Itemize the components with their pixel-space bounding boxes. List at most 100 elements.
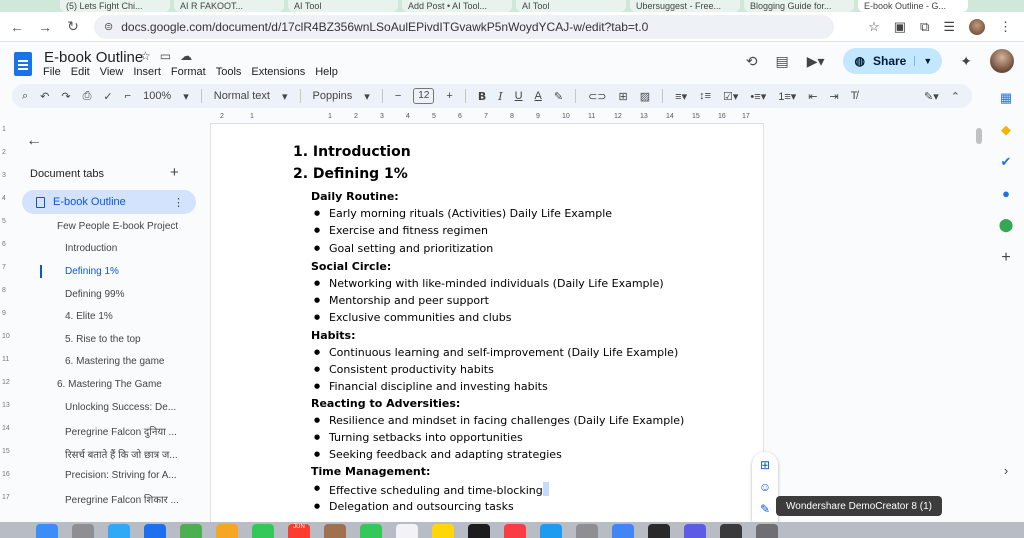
zoom-select[interactable]: 100% [143,90,171,102]
text-color-button[interactable]: A [535,90,542,102]
horizontal-ruler[interactable]: 2 1 1 2 3 4 5 6 7 8 9 10 11 12 13 14 15 … [210,112,764,124]
document-title[interactable]: E-book Outline [44,49,143,66]
cloud-saved-icon[interactable]: ☁ [180,49,192,63]
redo-icon[interactable]: ↷ [61,90,70,103]
downloads-icon[interactable] [720,524,742,538]
insert-image-icon[interactable]: ▨ [640,90,650,103]
move-folder-icon[interactable]: ▭ [160,49,171,63]
profile-avatar[interactable] [969,18,985,35]
site-info-icon[interactable]: ⊜ [104,20,113,33]
outline-item[interactable]: 6. Mastering the game [65,356,165,367]
trash-icon[interactable] [756,524,778,538]
font-dropdown-icon[interactable]: ▾ [364,90,370,103]
launchpad-icon[interactable] [72,524,94,538]
safari-icon[interactable] [108,524,130,538]
democreator-icon[interactable] [648,524,670,538]
menu-tools[interactable]: Tools [216,66,242,78]
calendar-dock-icon[interactable]: JUN [288,524,310,538]
search-menus-icon[interactable]: ⌕ [22,90,28,103]
keep-icon[interactable]: ◆ [1001,122,1011,138]
add-on-plus-icon[interactable]: + [1001,249,1010,267]
app-store-icon[interactable] [540,524,562,538]
more-vert-icon[interactable]: ⋮ [173,196,184,209]
document-tab-active[interactable]: E-book Outline ⋮ [22,190,196,214]
bulleted-list-icon[interactable]: •≡▾ [750,90,766,103]
side-panel-toggle-icon[interactable]: › [1004,463,1008,478]
undo-icon[interactable]: ↶ [40,90,49,103]
facetime-icon[interactable] [252,524,274,538]
docs-logo-icon[interactable] [14,52,32,76]
finder-icon[interactable] [36,524,58,538]
style-select[interactable]: Normal text [214,90,270,102]
emoji-reaction-icon[interactable]: ☺ [759,480,771,494]
share-dropdown-icon[interactable]: ▼ [914,56,932,66]
outline-item[interactable]: Peregrine Falcon दुनिया ... [65,424,177,438]
close-outline-arrow-icon[interactable]: ← [26,132,42,150]
browser-tab[interactable]: (5) Lets Fight Chi... [60,0,170,12]
star-icon[interactable]: ☆ [140,49,151,63]
menu-insert[interactable]: Insert [133,66,161,78]
browser-tab[interactable]: Add Post • AI Tool... [402,0,512,12]
mail-icon[interactable] [144,524,166,538]
share-button[interactable]: ◍ Share ▼ [842,48,943,74]
tasks-icon[interactable]: ✔ [1001,154,1012,170]
zoom-dropdown-icon[interactable]: ▾ [183,90,189,103]
insert-link-icon[interactable]: ⊂⊃ [588,90,606,103]
clear-formatting-icon[interactable]: T̸ [851,90,858,102]
menu-file[interactable]: File [43,66,61,78]
numbered-list-icon[interactable]: 1≡▾ [778,90,796,103]
messages-icon[interactable] [360,524,382,538]
browser-tab[interactable]: AI R FAKOOT... [174,0,284,12]
extensions-puzzle-icon[interactable]: ⧉ [920,19,929,35]
font-select[interactable]: Poppins [313,90,353,102]
music-icon[interactable] [504,524,526,538]
decrease-font-size-icon[interactable]: − [395,90,401,102]
vertical-scrollbar[interactable] [976,128,982,144]
add-comment-icon[interactable]: ⊞ [619,90,628,103]
reminders-icon[interactable] [396,524,418,538]
browser-tab[interactable]: Blogging Guide for... [744,0,854,12]
calendar-icon[interactable]: ▦ [1000,90,1012,106]
forward-icon[interactable]: → [34,16,56,38]
line-spacing-icon[interactable]: ↕≡ [699,90,711,102]
add-comment-float-icon[interactable]: ⊞ [760,458,770,472]
dock-app-icon[interactable] [684,524,706,538]
browser-tab-active[interactable]: E-book Outline - G... [858,0,968,12]
underline-button[interactable]: U [515,90,523,102]
maps-icon[interactable]: ⬤ [999,217,1014,233]
account-avatar[interactable] [990,49,1014,73]
outline-item-active[interactable]: Defining 1% [65,266,119,277]
browser-tab[interactable]: Ubersuggest - Free... [630,0,740,12]
bookmark-star-icon[interactable]: ☆ [868,19,880,35]
contacts-icon[interactable]: ● [1002,186,1010,201]
highlight-icon[interactable]: ✎ [554,90,563,103]
document-page[interactable]: 1. Introduction 2. Defining 1% Daily Rou… [210,124,764,538]
editing-mode-icon[interactable]: ✎▾ [924,90,939,103]
outline-item[interactable]: Few People E-book Project [57,221,178,232]
reading-list-icon[interactable]: ☰ [943,19,955,35]
style-dropdown-icon[interactable]: ▾ [282,90,288,103]
menu-view[interactable]: View [100,66,124,78]
browser-tab[interactable]: AI Tool [288,0,398,12]
outline-item[interactable]: Peregrine Falcon शिकार ... [65,492,179,506]
extension-icon[interactable]: ▣ [894,19,906,35]
comments-icon[interactable]: ▤ [775,53,788,70]
increase-indent-icon[interactable]: ⇥ [830,90,839,103]
settings-icon[interactable] [576,524,598,538]
outline-item[interactable]: Defining 99% [65,289,124,300]
menu-format[interactable]: Format [171,66,206,78]
photos-icon[interactable] [216,524,238,538]
italic-button[interactable]: I [498,90,502,103]
font-size-input[interactable]: 12 [413,88,435,104]
contacts-dock-icon[interactable] [324,524,346,538]
outline-item[interactable]: रिसर्च बताते हैं कि जो छात्र ज... [65,447,178,461]
chrome-icon[interactable] [612,524,634,538]
notes-icon[interactable] [432,524,454,538]
browser-tab[interactable]: AI Tool [516,0,626,12]
decrease-indent-icon[interactable]: ⇤ [808,90,817,103]
menu-edit[interactable]: Edit [71,66,90,78]
maps-dock-icon[interactable] [180,524,202,538]
url-field[interactable]: ⊜ docs.google.com/document/d/17clR4BZ356… [94,14,834,39]
bold-button[interactable]: B [478,90,486,103]
print-icon[interactable]: ⎙ [83,90,92,103]
